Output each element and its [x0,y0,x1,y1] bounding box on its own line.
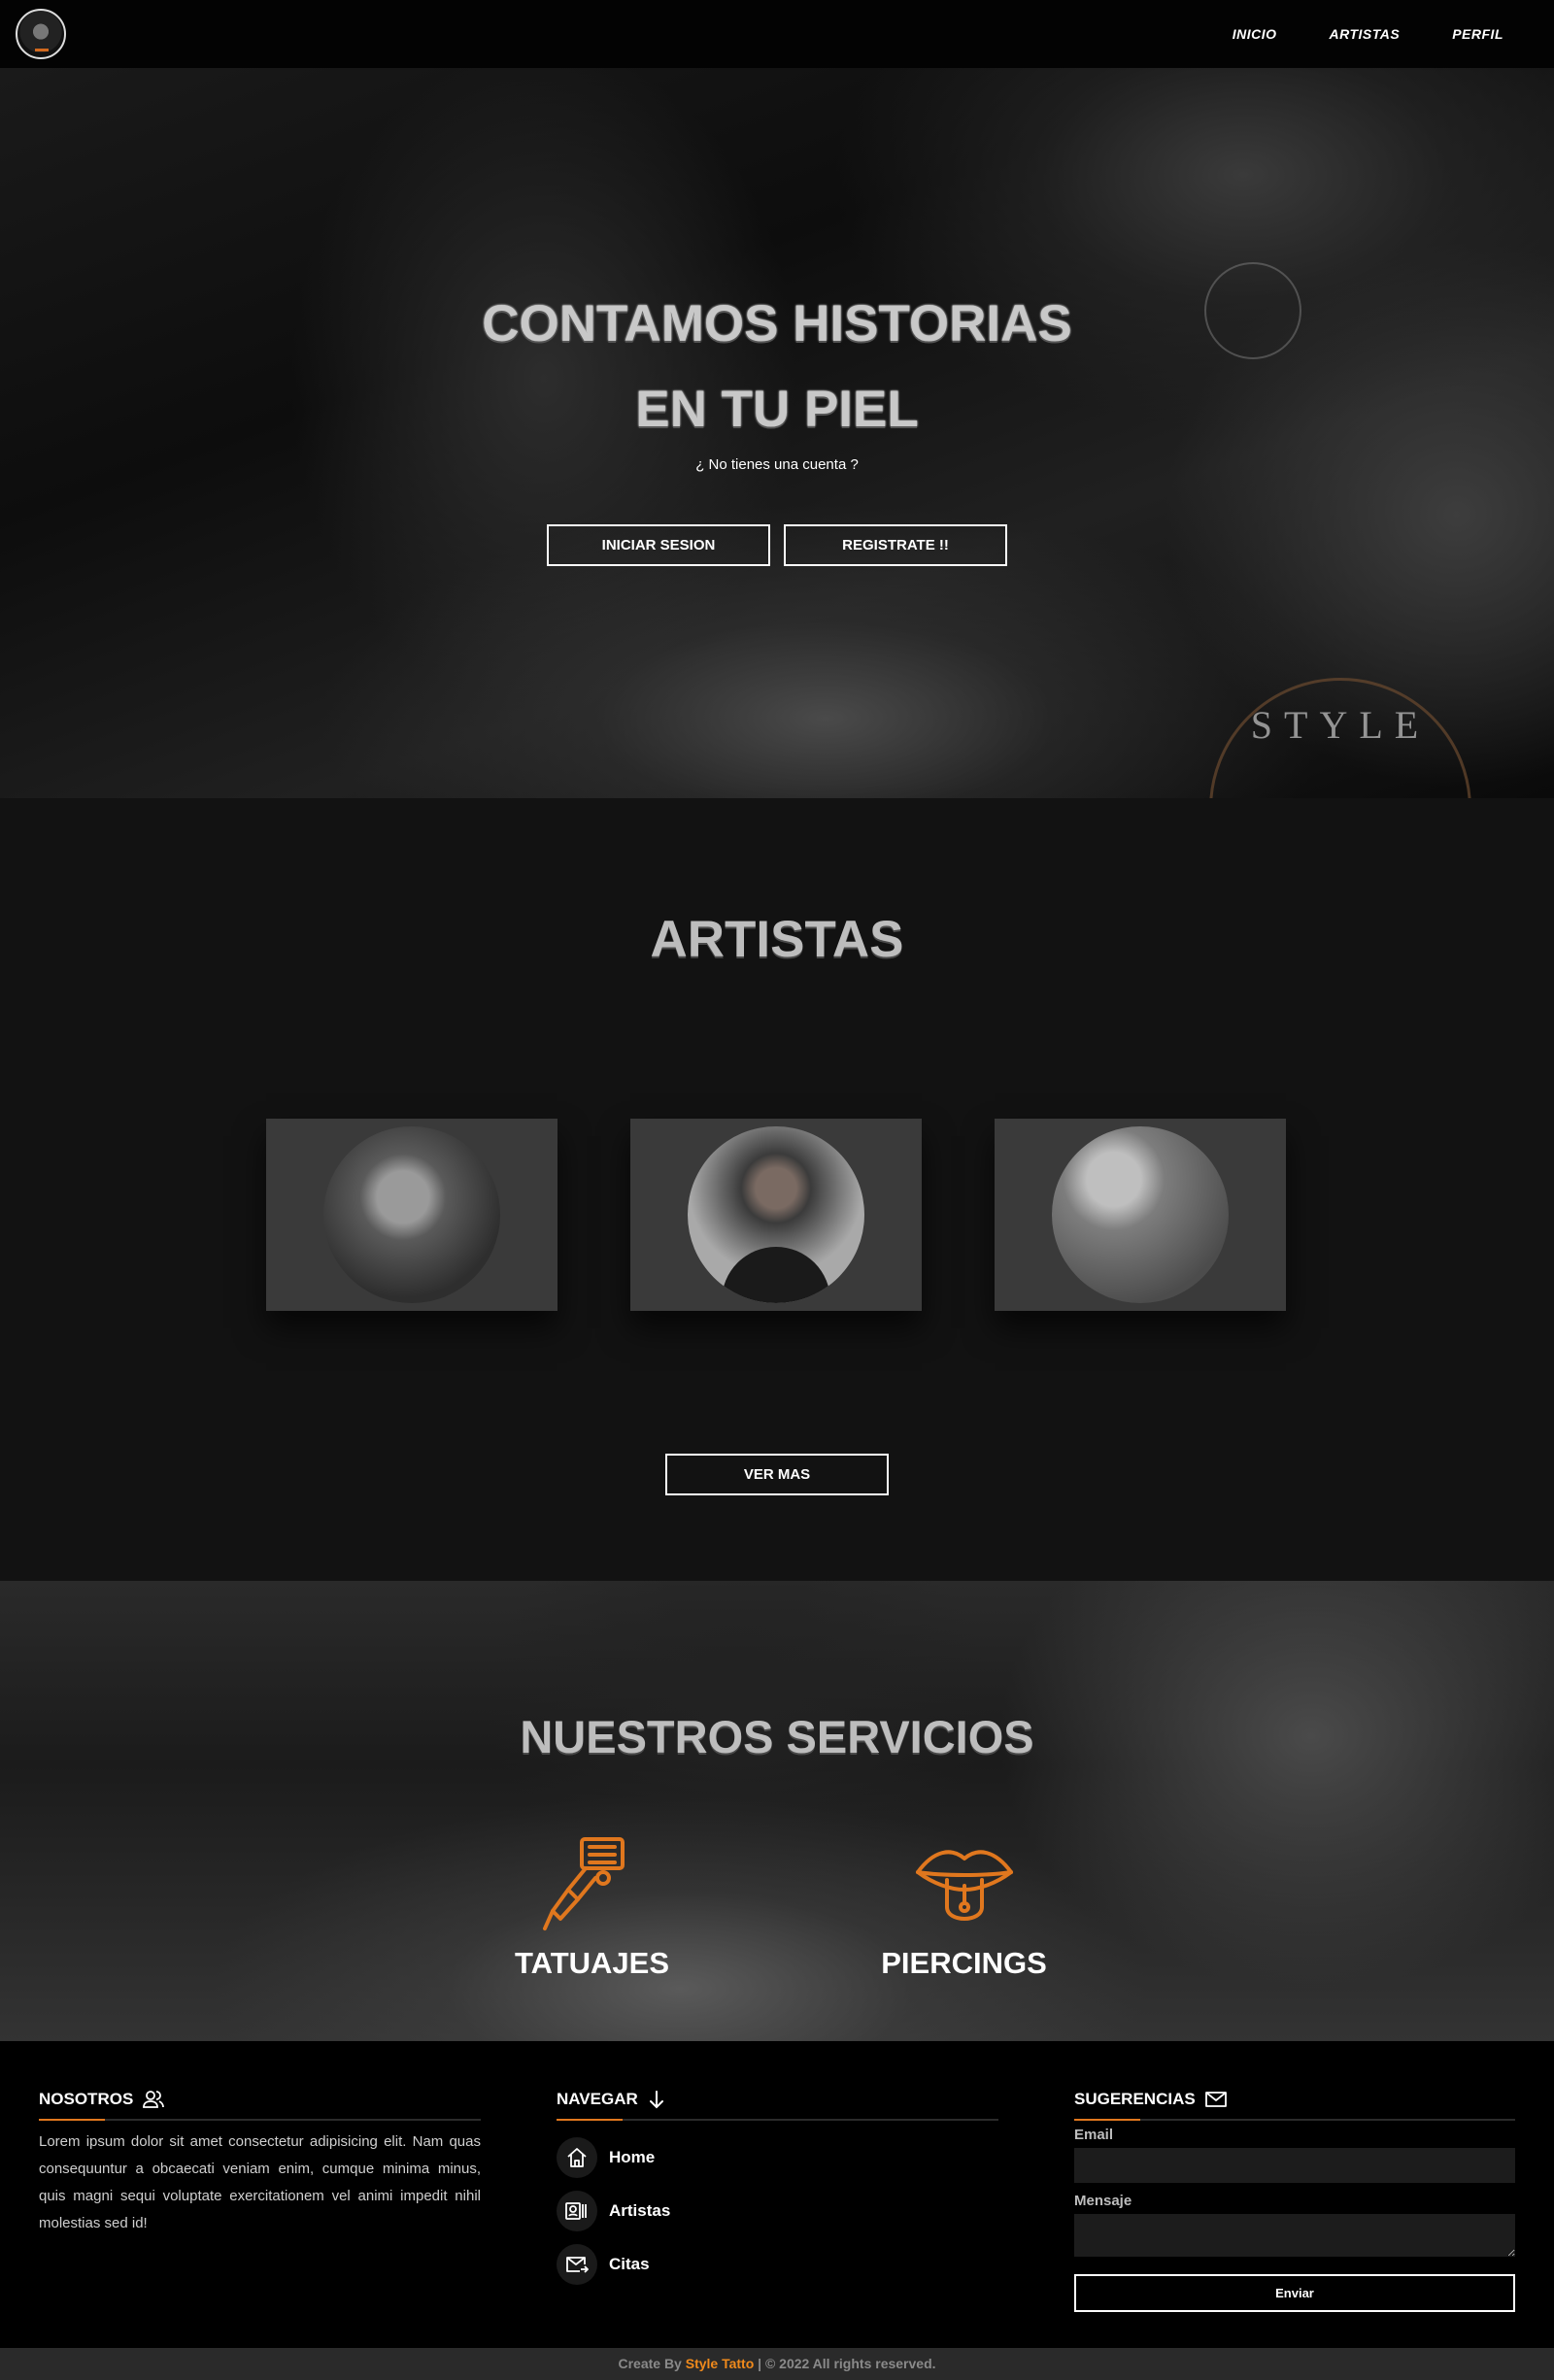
service-tatuajes[interactable]: TATUAJES [515,1833,670,1981]
hero-stamp-text: STYLE [1250,703,1431,747]
mail-icon [1204,2092,1227,2107]
footer-navigate-heading: NAVEGAR [557,2088,998,2111]
artists-icon [557,2190,597,2231]
footer-navigate-heading-text: NAVEGAR [557,2090,638,2108]
artists-title: ARTISTAS [650,911,904,968]
nav-link-inicio[interactable]: INICIO [1207,26,1304,42]
footer: NOSOTROS Lorem ipsum dolor sit amet cons… [0,2041,1554,2348]
footer-nav-citas[interactable]: Citas [557,2237,998,2291]
footer-suggestions-heading: SUGERENCIAS [1074,2088,1515,2111]
users-icon [143,2091,165,2108]
home-icon [557,2136,597,2178]
pierced-tongue-icon [915,1850,1013,1921]
main-nav: INICIO ARTISTAS PERFIL [1207,26,1503,42]
footer-about-divider [39,2119,481,2121]
footer-suggestions: SUGERENCIAS Email Mensaje Enviar [1074,2088,1515,2312]
footer-nav-citas-label: Citas [609,2254,650,2273]
service-label-piercings: PIERCINGS [881,1946,1047,1980]
copyright-brand[interactable]: Style Tatto [686,2356,755,2371]
nav-link-perfil[interactable]: PERFIL [1427,26,1503,42]
artist-2-photo [688,1126,864,1303]
message-label: Mensaje [1074,2193,1132,2209]
hero-section: STYLE CONTAMOS HISTORIAS EN TU PIEL ¿ No… [0,68,1554,798]
footer-nav-home[interactable]: Home [557,2130,998,2184]
services-title: NUESTROS SERVICIOS [520,1711,1034,1762]
style-tattoo-logo-icon[interactable] [16,9,66,59]
artists-section: ARTISTAS VER MAS [0,798,1554,1581]
login-button[interactable]: INICIAR SESION [547,524,770,566]
nav-link-artistas[interactable]: ARTISTAS [1304,26,1428,42]
footer-about-heading-text: NOSOTROS [39,2090,134,2108]
hero-title: CONTAMOS HISTORIAS EN TU PIEL [0,282,1554,453]
artist-3-photo [1052,1126,1229,1303]
send-button[interactable]: Enviar [1074,2274,1515,2312]
footer-about-heading: NOSOTROS [39,2088,481,2111]
email-field[interactable] [1074,2148,1515,2183]
footer-suggestions-divider [1074,2119,1515,2121]
artist-cards [266,1119,1286,1311]
footer-navigate: NAVEGAR Home Artistas Citas [557,2088,998,2291]
hero-subtitle: ¿ No tienes una cuenta ? [695,456,859,473]
artist-card[interactable] [995,1119,1286,1311]
top-navbar: INICIO ARTISTAS PERFIL [0,0,1554,68]
footer-nav-home-label: Home [609,2147,656,2166]
footer-nav-artistas[interactable]: Artistas [557,2184,998,2237]
copyright-bar: Create By Style Tatto | © 2022 All right… [0,2348,1554,2380]
footer-about-text: Lorem ipsum dolor sit amet consectetur a… [39,2133,481,2231]
hero-buttons: INICIAR SESION REGISTRATE !! [547,524,1007,566]
register-button[interactable]: REGISTRATE !! [784,524,1007,566]
mail-send-icon [557,2243,597,2285]
hero-title-line2: EN TU PIEL [635,381,919,438]
artist-1-photo [323,1126,500,1303]
footer-about: NOSOTROS Lorem ipsum dolor sit amet cons… [39,2088,481,2237]
footer-nav-artistas-label: Artistas [609,2200,671,2220]
copyright-prefix: Create By [618,2356,682,2371]
footer-suggestions-heading-text: SUGERENCIAS [1074,2090,1196,2108]
message-field[interactable] [1074,2214,1515,2257]
hero-title-line1: CONTAMOS HISTORIAS [482,295,1072,352]
artist-card[interactable] [266,1119,557,1311]
footer-navigate-divider [557,2119,998,2121]
copyright-suffix: | © 2022 All rights reserved. [758,2356,936,2371]
services-section: NUESTROS SERVICIOS TATUAJES PIERCINGS [0,1581,1554,2041]
see-more-button[interactable]: VER MAS [665,1454,889,1495]
email-label: Email [1074,2127,1114,2143]
tattoo-machine-icon [543,1837,625,1930]
arrow-down-icon [649,2091,663,2109]
footer-nav-list: Home Artistas Citas [557,2130,998,2291]
service-piercings[interactable]: PIERCINGS [879,1833,1049,1981]
service-label-tatuajes: TATUAJES [515,1946,670,1980]
artist-card[interactable] [630,1119,922,1311]
hero-stamp-logo: STYLE [1209,678,1471,798]
